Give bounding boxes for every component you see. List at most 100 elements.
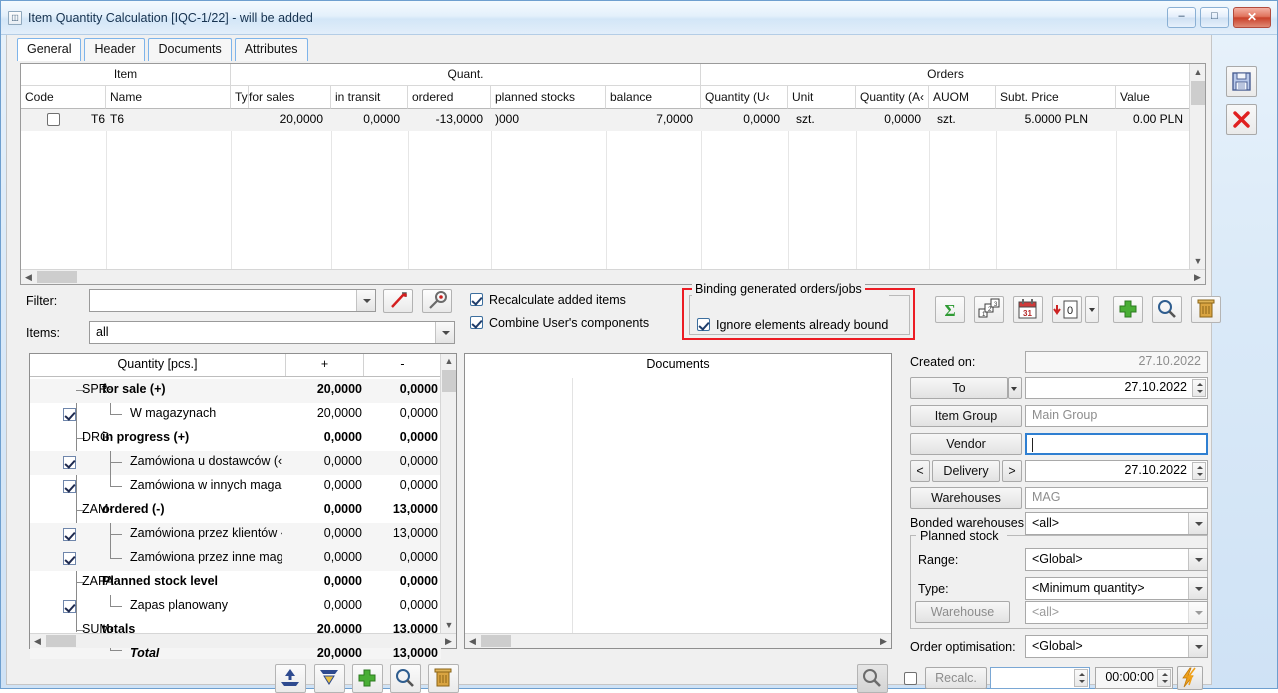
tree-row-zamowiona-w-innych-magazynach[interactable]: Zamówiona w innych maga‹ 0,0000 0,0000 bbox=[30, 475, 441, 499]
grid-col-subt-price[interactable]: Subt. Price bbox=[996, 86, 1116, 109]
minimize-button[interactable]: – bbox=[1167, 7, 1196, 28]
scroll-up-icon[interactable]: ▲ bbox=[441, 354, 457, 369]
sort-button[interactable]: 1 2 3 bbox=[974, 296, 1004, 323]
recalc-run-button[interactable] bbox=[1177, 666, 1203, 690]
find-button[interactable] bbox=[1152, 296, 1182, 323]
tab-attributes[interactable]: Attributes bbox=[234, 38, 308, 61]
tree-row-zapas-planowany[interactable]: Zapas planowany 0,0000 0,0000 bbox=[30, 595, 441, 619]
scroll-thumb[interactable] bbox=[442, 370, 456, 392]
row-select-checkbox[interactable] bbox=[47, 113, 60, 126]
vendor-button[interactable]: Vendor bbox=[910, 433, 1022, 455]
grid-col-code[interactable]: Code bbox=[21, 86, 106, 109]
grid-col-quantity-auom[interactable]: Quantity (A‹ bbox=[856, 86, 929, 109]
delivery-button[interactable]: Delivery bbox=[932, 460, 1000, 482]
delete-button[interactable] bbox=[1191, 296, 1221, 323]
scroll-right-icon[interactable]: ▶ bbox=[1190, 270, 1205, 284]
grid-col-ordered[interactable]: ordered bbox=[408, 86, 491, 109]
bonded-warehouses-select[interactable]: <all> bbox=[1025, 512, 1208, 535]
tab-general[interactable]: General bbox=[17, 38, 82, 61]
tree-row-checkbox[interactable] bbox=[63, 552, 76, 565]
table-row[interactable]: T6 T6 20,0000 0,0000 -13,0000 )000 7,000… bbox=[21, 109, 1191, 131]
chevron-down-icon[interactable] bbox=[1188, 513, 1207, 534]
tree-row-zamowiona-przez-inne-magazyny[interactable]: Zamówiona przez inne mag‹ 0,0000 0,0000 bbox=[30, 547, 441, 571]
chevron-down-icon[interactable] bbox=[356, 290, 375, 311]
recalc-value-field[interactable] bbox=[990, 667, 1090, 689]
scroll-left-icon[interactable]: ◀ bbox=[465, 634, 480, 648]
to-dropdown-button[interactable] bbox=[1008, 377, 1022, 399]
order-optimisation-select[interactable]: <Global> bbox=[1025, 635, 1208, 658]
scroll-left-icon[interactable]: ◀ bbox=[30, 634, 45, 648]
tree-row-w-magazynach[interactable]: W magazynach 20,0000 0,0000 bbox=[30, 403, 441, 427]
documents-horizontal-scrollbar[interactable]: ◀ ▶ bbox=[465, 633, 891, 648]
scroll-up-icon[interactable]: ▲ bbox=[1190, 64, 1206, 80]
scroll-thumb[interactable] bbox=[481, 635, 511, 647]
sum-button[interactable]: Σ bbox=[935, 296, 965, 323]
grid-col-planned-stocks[interactable]: planned stocks bbox=[491, 86, 606, 109]
scroll-down-icon[interactable]: ▼ bbox=[441, 618, 457, 633]
grid-col-for-sales[interactable]: for sales bbox=[231, 86, 331, 109]
vendor-field[interactable] bbox=[1025, 433, 1208, 455]
tree-row-for-sale[interactable]: SPR· for sale (+) 20,0000 0,0000 bbox=[30, 379, 441, 403]
tree-vertical-scrollbar[interactable]: ▲ ▼ bbox=[440, 354, 456, 633]
type-select[interactable]: <Minimum quantity> bbox=[1025, 577, 1208, 600]
item-group-button[interactable]: Item Group bbox=[910, 405, 1022, 427]
recalc-checkbox[interactable] bbox=[904, 672, 917, 685]
tree-row-checkbox[interactable] bbox=[63, 600, 76, 613]
chevron-down-icon[interactable] bbox=[435, 322, 454, 343]
scroll-right-icon[interactable]: ▶ bbox=[876, 634, 891, 648]
combine-user-components-checkbox[interactable] bbox=[470, 316, 483, 329]
to-button[interactable]: To bbox=[910, 377, 1008, 399]
scroll-left-icon[interactable]: ◀ bbox=[21, 270, 36, 284]
scroll-right-icon[interactable]: ▶ bbox=[441, 634, 456, 648]
grid-col-unit[interactable]: Unit bbox=[788, 86, 856, 109]
to-date-field[interactable]: 27.10.2022 bbox=[1025, 377, 1208, 399]
tree-row-zamowiona-przez-klientow[interactable]: Zamówiona przez klientów ‹ 0,0000 13,000… bbox=[30, 523, 441, 547]
grid-col-auom[interactable]: AUOM bbox=[929, 86, 996, 109]
zero-quantity-button[interactable]: 0 bbox=[1052, 296, 1082, 323]
recalculate-added-items-checkbox[interactable] bbox=[470, 293, 483, 306]
calendar-button[interactable]: 31 bbox=[1013, 296, 1043, 323]
grid-horizontal-scrollbar[interactable]: ◀ ▶ bbox=[21, 269, 1205, 284]
clear-filter-button[interactable] bbox=[383, 289, 413, 313]
tree-row-checkbox[interactable] bbox=[63, 456, 76, 469]
tree-row-in-progress[interactable]: DRG· in progress (+) 0,0000 0,0000 bbox=[30, 427, 441, 451]
delivery-date-field[interactable]: 27.10.2022 bbox=[1025, 460, 1208, 482]
scroll-thumb[interactable] bbox=[1191, 81, 1205, 105]
scroll-thumb[interactable] bbox=[46, 635, 76, 647]
warehouses-button[interactable]: Warehouses bbox=[910, 487, 1022, 509]
save-button[interactable] bbox=[1226, 66, 1257, 97]
tree-horizontal-scrollbar[interactable]: ◀ ▶ bbox=[30, 633, 456, 648]
grid-col-balance[interactable]: balance bbox=[606, 86, 701, 109]
ignore-already-bound-checkbox[interactable] bbox=[697, 318, 710, 331]
tab-header[interactable]: Header bbox=[84, 38, 146, 61]
chevron-down-icon[interactable] bbox=[1188, 636, 1207, 657]
grid-col-value[interactable]: Value bbox=[1116, 86, 1191, 109]
grid-col-name[interactable]: Name bbox=[106, 86, 231, 109]
tree-row-planned-stock-level[interactable]: ZAPA Planned stock level 0,0000 0,0000 bbox=[30, 571, 441, 595]
recalc-time-spinner[interactable] bbox=[1157, 669, 1171, 687]
grid-vertical-scrollbar[interactable]: ▲ ▼ bbox=[1189, 64, 1205, 269]
close-button[interactable]: ✕ bbox=[1233, 7, 1271, 28]
chevron-down-icon[interactable] bbox=[1188, 549, 1207, 570]
quantity-tree-panel[interactable]: Quantity [pcs.] + - SPR· for sale (+) 20… bbox=[29, 353, 457, 659]
cancel-button[interactable] bbox=[1226, 104, 1257, 135]
maximize-button[interactable]: □ bbox=[1200, 7, 1229, 28]
delivery-date-spinner[interactable] bbox=[1192, 462, 1206, 480]
items-select[interactable]: all bbox=[89, 321, 455, 344]
grid-col-in-transit[interactable]: in transit bbox=[331, 86, 408, 109]
warehouses-field[interactable]: MAG bbox=[1025, 487, 1208, 509]
grid-col-quantity-uom[interactable]: Quantity (U‹ bbox=[701, 86, 788, 109]
scroll-thumb[interactable] bbox=[37, 271, 77, 283]
scroll-down-icon[interactable]: ▼ bbox=[1190, 253, 1206, 269]
tree-row-zamowiona-u-dostawcow[interactable]: Zamówiona u dostawców (‹ 0,0000 0,0000 bbox=[30, 451, 441, 475]
to-date-spinner[interactable] bbox=[1192, 379, 1206, 397]
delivery-prev-button[interactable]: < bbox=[910, 460, 930, 482]
recalc-value-spinner[interactable] bbox=[1074, 669, 1088, 687]
chevron-down-icon[interactable] bbox=[1188, 578, 1207, 599]
range-select[interactable]: <Global> bbox=[1025, 548, 1208, 571]
tree-row-checkbox[interactable] bbox=[63, 528, 76, 541]
delivery-next-button[interactable]: > bbox=[1002, 460, 1022, 482]
toolbar-dropdown-button[interactable] bbox=[1085, 296, 1099, 323]
tree-row-ordered[interactable]: ZAM· ordered (-) 0,0000 13,0000 bbox=[30, 499, 441, 523]
tree-row-checkbox[interactable] bbox=[63, 480, 76, 493]
